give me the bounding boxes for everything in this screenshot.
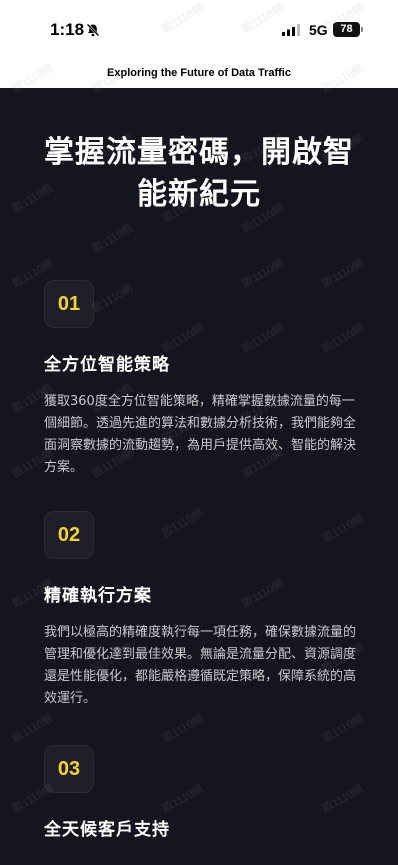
feature-card: 03 全天候客戶支持 <box>44 745 360 856</box>
bell-slash-icon <box>86 23 100 37</box>
page-header-title: Exploring the Future of Data Traffic <box>107 67 291 79</box>
page-header: Exploring the Future of Data Traffic <box>0 60 398 88</box>
feature-description: 獲取360度全方位智能策略，精確掌握數據流量的每一個細節。透過先進的算法和數據分… <box>44 394 357 475</box>
feature-description: 我們以極高的精確度執行每一項任務，確保數據流量的管理和優化達到最佳效果。無論是流… <box>44 625 357 706</box>
network-label: 5G <box>309 22 328 38</box>
feature-card: 02 精確執行方案 我們以極高的精確度執行每一項任務，確保數據流量的管理和優化達… <box>44 511 360 710</box>
feature-card: 01 全方位智能策略 獲取360度全方位智能策略，精確掌握數據流量的每一個細節。… <box>44 280 360 479</box>
feature-number-badge: 01 <box>44 280 94 328</box>
feature-number-badge: 03 <box>44 745 94 793</box>
feature-number-badge: 02 <box>44 511 94 559</box>
status-bar: 1:18 5G 78 <box>0 0 398 60</box>
status-time: 1:18 <box>50 20 85 39</box>
battery-icon: 78 <box>333 22 360 37</box>
feature-title: 精確執行方案 <box>44 586 152 606</box>
main-content[interactable]: 掌握流量密碼，開啟智能新紀元 01 全方位智能策略 獲取360度全方位智能策略，… <box>0 88 398 865</box>
feature-title: 全天候客戶支持 <box>44 820 170 840</box>
battery-cap <box>361 27 363 32</box>
hero-title: 掌握流量密碼，開啟智能新紀元 <box>44 135 354 212</box>
signal-icon <box>282 24 300 36</box>
feature-title: 全方位智能策略 <box>44 355 170 375</box>
